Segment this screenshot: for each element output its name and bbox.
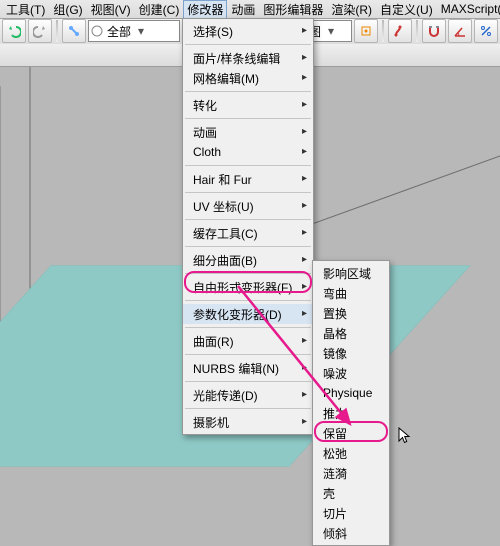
submenu-arrow-icon: ▸ <box>302 335 307 346</box>
parametric-deformers-submenu: 影响区域弯曲置换晶格镜像噪波Physique推力保留松弛涟漪壳切片倾斜 <box>312 260 390 546</box>
submenu-item[interactable]: 噪波 <box>313 363 389 383</box>
menu-bar: 工具(T) 组(G) 视图(V) 创建(C) 修改器 动画 图形编辑器 渲染(R… <box>0 0 500 19</box>
menu-item[interactable]: Cloth▸ <box>183 142 313 162</box>
submenu-arrow-icon: ▸ <box>302 227 307 238</box>
percent-snap-button[interactable] <box>474 19 498 43</box>
menu-customize[interactable]: 自定义(U) <box>376 0 437 19</box>
menu-grapheditors[interactable]: 图形编辑器 <box>259 0 327 19</box>
selection-filter-dropdown[interactable]: 全部 ▾ <box>88 20 180 42</box>
menu-item[interactable]: 转化▸ <box>183 95 313 115</box>
submenu-arrow-icon: ▸ <box>302 281 307 292</box>
menu-animation[interactable]: 动画 <box>227 0 259 19</box>
menu-item[interactable]: UV 坐标(U)▸ <box>183 196 313 216</box>
angle-snap-button[interactable] <box>448 19 472 43</box>
menu-item[interactable]: 摄影机▸ <box>183 412 313 432</box>
menu-item[interactable]: 动画▸ <box>183 122 313 142</box>
submenu-arrow-icon: ▸ <box>302 254 307 265</box>
submenu-arrow-icon: ▸ <box>302 389 307 400</box>
menu-maxscript[interactable]: MAXScript(M) <box>437 1 500 17</box>
submenu-arrow-icon: ▸ <box>302 126 307 137</box>
select-and-manipulate-button[interactable] <box>388 19 412 43</box>
menu-group[interactable]: 组(G) <box>49 0 86 19</box>
submenu-item[interactable]: 弯曲 <box>313 283 389 303</box>
chevron-down-icon: ▾ <box>325 24 337 38</box>
submenu-item[interactable]: 镜像 <box>313 343 389 363</box>
menu-item[interactable]: 参数化变形器(D)▸ <box>183 304 313 324</box>
menu-rendering[interactable]: 渲染(R) <box>327 0 376 19</box>
menu-tools[interactable]: 工具(T) <box>2 0 49 19</box>
submenu-arrow-icon: ▸ <box>302 72 307 83</box>
submenu-item[interactable]: 推力 <box>313 403 389 423</box>
redo-button[interactable] <box>28 19 52 43</box>
submenu-arrow-icon: ▸ <box>302 173 307 184</box>
submenu-item[interactable]: 倾斜 <box>313 523 389 543</box>
submenu-item[interactable]: 壳 <box>313 483 389 503</box>
menu-item[interactable]: 曲面(R)▸ <box>183 331 313 351</box>
menu-item[interactable]: 选择(S)▸ <box>183 21 313 41</box>
menu-item[interactable]: 光能传递(D)▸ <box>183 385 313 405</box>
menu-item[interactable]: 自由形式变形器(F)▸ <box>183 277 313 297</box>
submenu-arrow-icon: ▸ <box>302 416 307 427</box>
menu-create[interactable]: 创建(C) <box>135 0 184 19</box>
submenu-item[interactable]: 涟漪 <box>313 463 389 483</box>
submenu-arrow-icon: ▸ <box>302 362 307 373</box>
submenu-item[interactable]: 影响区域 <box>313 263 389 283</box>
magnet-icon <box>427 24 441 38</box>
toolbar-separator <box>382 20 384 42</box>
submenu-item[interactable]: 保留 <box>313 423 389 443</box>
menu-item[interactable]: 面片/样条线编辑▸ <box>183 48 313 68</box>
submenu-arrow-icon: ▸ <box>302 146 307 157</box>
menu-item[interactable]: Hair 和 Fur▸ <box>183 169 313 189</box>
menu-item[interactable]: 缓存工具(C)▸ <box>183 223 313 243</box>
use-center-button[interactable] <box>354 19 378 43</box>
submenu-arrow-icon: ▸ <box>302 99 307 110</box>
chevron-down-icon: ▾ <box>135 24 147 38</box>
submenu-item[interactable]: 晶格 <box>313 323 389 343</box>
submenu-arrow-icon: ▸ <box>302 308 307 319</box>
undo-button[interactable] <box>2 19 26 43</box>
submenu-arrow-icon: ▸ <box>302 52 307 63</box>
submenu-arrow-icon: ▸ <box>302 200 307 211</box>
menu-item[interactable]: NURBS 编辑(N)▸ <box>183 358 313 378</box>
snap-toggle-button[interactable] <box>422 19 446 43</box>
selection-filter-label: 全部 <box>107 23 131 40</box>
toolbar-separator <box>416 20 418 42</box>
submenu-item[interactable]: 切片 <box>313 503 389 523</box>
filter-icon <box>91 25 103 37</box>
submenu-item[interactable]: 置换 <box>313 303 389 323</box>
link-button[interactable] <box>62 19 86 43</box>
submenu-item[interactable]: Physique <box>313 383 389 403</box>
submenu-item[interactable]: 松弛 <box>313 443 389 463</box>
toolbar-separator <box>56 20 58 42</box>
menu-item[interactable]: 细分曲面(B)▸ <box>183 250 313 270</box>
modifiers-dropdown-menu: 选择(S)▸ 面片/样条线编辑▸网格编辑(M)▸ 转化▸ 动画▸Cloth▸ Hair … <box>182 18 314 435</box>
menu-item[interactable]: 网格编辑(M)▸ <box>183 68 313 88</box>
submenu-arrow-icon: ▸ <box>302 25 307 36</box>
menu-view[interactable]: 视图(V) <box>87 0 135 19</box>
menu-modifiers[interactable]: 修改器 <box>183 0 227 19</box>
